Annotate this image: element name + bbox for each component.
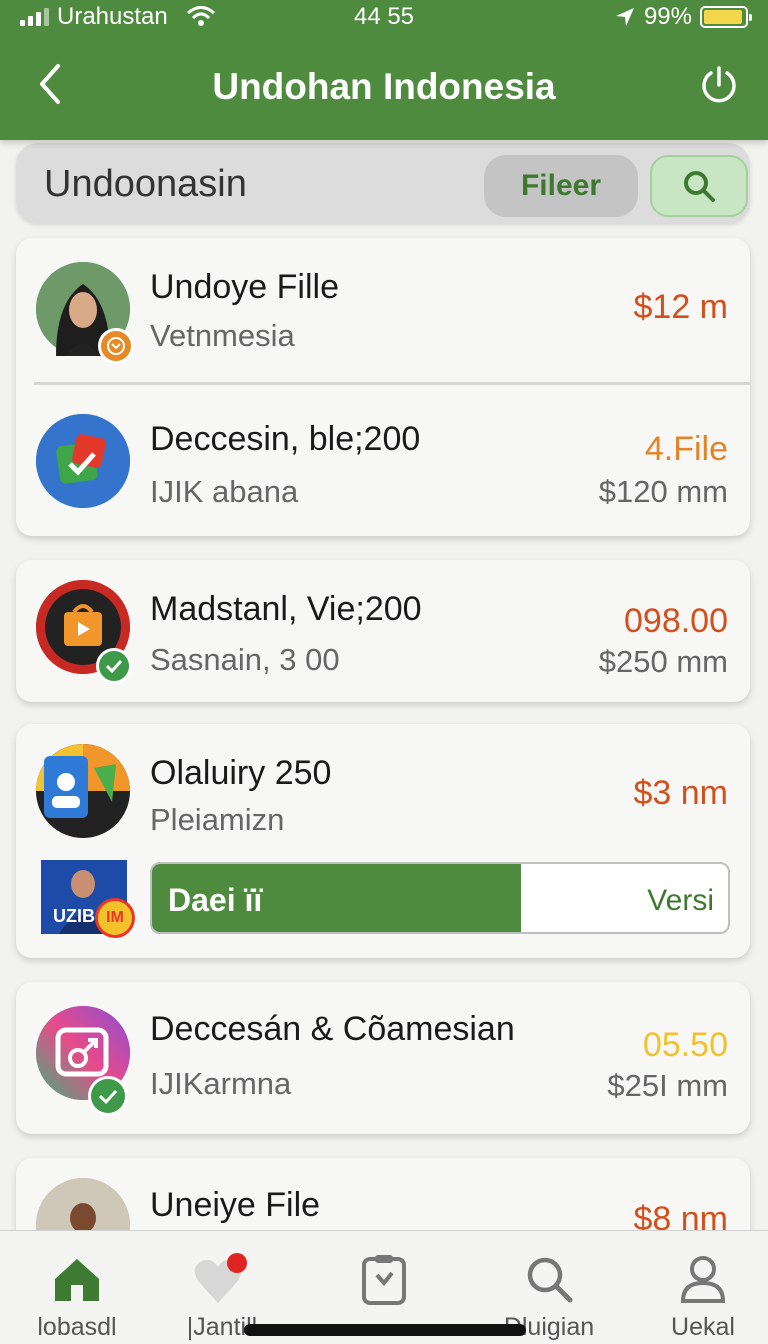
list-item[interactable]: Madstanl, Vie;200 Sasnain, 3 00 098.00 $… — [16, 560, 750, 702]
item-title: Uneiye File — [150, 1186, 321, 1224]
home-indicator — [244, 1324, 526, 1336]
item-subtitle: IJIK abana — [150, 474, 299, 509]
progress-bar: Daei ïï Versi — [150, 862, 730, 934]
contact-card-icon — [36, 744, 130, 838]
list-item[interactable]: Deccesin, ble;200 IJIK abana 4.File $120… — [16, 386, 750, 536]
check-badge-icon — [96, 648, 132, 684]
tab-profile-label: Uekal — [671, 1313, 735, 1341]
list-card: Undoye Fille Vetnmesia $12 m Deccesin, b… — [16, 238, 750, 536]
item-subtitle: IJIKarmna — [150, 1066, 292, 1101]
item-title: Undoye Fille — [150, 268, 339, 306]
list-card: Deccesán & Cõamesian IJIKarmna 05.50 $25… — [16, 982, 750, 1134]
search-icon — [684, 171, 715, 202]
item-price: 05.50 — [642, 1026, 728, 1064]
battery-icon — [700, 6, 752, 28]
item-title: Madstanl, Vie;200 — [150, 590, 422, 628]
list-item[interactable]: Olaluiry 250 Pleiamizn $3 nm — [16, 724, 750, 854]
search-input[interactable]: Undoonasin — [44, 163, 247, 206]
status-bar: Urahustan 44 55 99% — [0, 0, 768, 34]
user-icon — [680, 1256, 726, 1303]
list-item[interactable]: Undoye Fille Vetnmesia $12 m — [16, 238, 750, 384]
thumbnail-image: UZIB IM — [41, 860, 135, 938]
check-badge-icon — [88, 1076, 128, 1116]
search-button[interactable] — [650, 155, 748, 217]
thumbnail-badge: IM — [95, 898, 135, 938]
thumbnail-text: UZIB — [53, 906, 95, 926]
list-item[interactable]: Deccesán & Cõamesian IJIKarmna 05.50 $25… — [16, 982, 750, 1134]
item-price: 098.00 — [624, 602, 728, 640]
progress-label: Daei ïï — [168, 882, 263, 918]
item-subtitle: Pleiamizn — [150, 802, 285, 837]
version-label[interactable]: Versi — [647, 884, 714, 918]
tab-home-label: lobasdl — [37, 1313, 117, 1341]
item-amount: $250 mm — [598, 644, 728, 679]
avatar — [36, 262, 134, 364]
home-icon — [55, 1259, 99, 1301]
filter-button[interactable]: Fileer — [484, 155, 638, 217]
search-bar: Undoonasin Fileer — [16, 143, 750, 223]
item-title: Deccesán & Cõamesian — [150, 1010, 515, 1048]
chevron-badge-icon — [98, 328, 134, 364]
item-title: Olaluiry 250 — [150, 754, 332, 792]
app-logo-icon — [36, 414, 130, 508]
location-arrow-icon — [615, 8, 634, 26]
item-subtitle: Vetnmesia — [150, 318, 295, 353]
item-amount: $120 mm — [598, 474, 728, 509]
list-card: Madstanl, Vie;200 Sasnain, 3 00 098.00 $… — [16, 560, 750, 702]
item-price: $12 m — [633, 288, 729, 326]
tab-home[interactable]: lobasdl — [0, 1231, 154, 1344]
page-title: Undohan Indonesia — [212, 66, 556, 107]
search-icon — [527, 1257, 573, 1303]
item-amount: $25I mm — [607, 1068, 728, 1103]
item-price: 4.File — [644, 430, 728, 468]
avatar — [36, 1006, 130, 1116]
battery-percent: 99% — [643, 3, 692, 30]
item-subtitle: Sasnain, 3 00 — [150, 642, 340, 677]
status-right: 99% — [614, 3, 752, 31]
list-card: Olaluiry 250 Pleiamizn $3 nm UZIB IM Dae… — [16, 724, 750, 958]
tab-profile[interactable]: Uekal — [626, 1231, 768, 1344]
item-price: $3 nm — [633, 774, 729, 812]
avatar — [36, 414, 130, 508]
clipboard-icon — [362, 1255, 406, 1305]
divider — [34, 382, 750, 385]
avatar — [36, 580, 132, 684]
battery-fill — [704, 10, 742, 24]
avatar — [36, 744, 130, 838]
app-header: Urahustan 44 55 99% Undohan Indonesia — [0, 0, 768, 140]
item-title: Deccesin, ble;200 — [150, 420, 421, 458]
heart-icon — [194, 1253, 247, 1303]
power-icon[interactable] — [698, 64, 740, 106]
